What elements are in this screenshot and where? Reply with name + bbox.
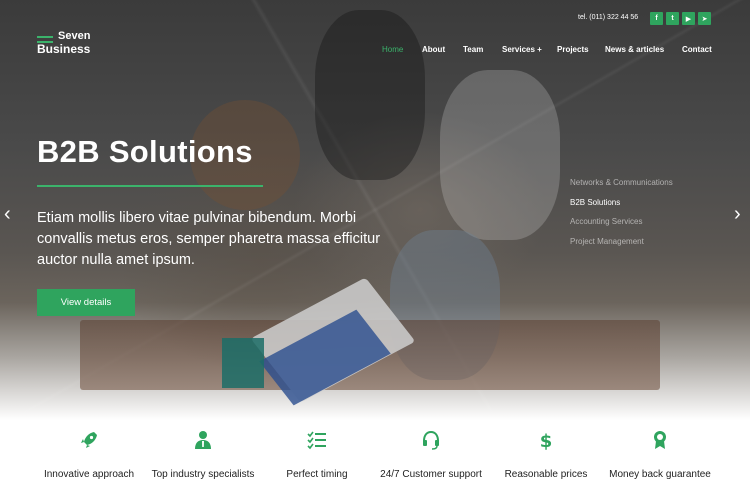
features-row: Innovative approach Top industry special… xyxy=(0,430,750,500)
nav-item-home[interactable]: Home xyxy=(382,45,403,54)
feature-label: 24/7 Customer support xyxy=(380,469,482,480)
dollar-icon: $ xyxy=(540,431,553,452)
hero-description: Etiam mollis libero vitae pulvinar biben… xyxy=(37,210,381,268)
slide-list: Networks & Communications B2B Solutions … xyxy=(570,178,673,256)
slide-item-accounting[interactable]: Accounting Services xyxy=(570,217,673,237)
facebook-icon[interactable]: f xyxy=(650,12,663,25)
nav-item-team[interactable]: Team xyxy=(463,45,483,54)
nav-item-projects[interactable]: Projects xyxy=(557,45,589,54)
hero-title-underline xyxy=(37,185,263,187)
headset-icon xyxy=(423,430,439,450)
twitter-icon[interactable]: t xyxy=(666,12,679,25)
slide-item-networks[interactable]: Networks & Communications xyxy=(570,178,673,198)
checklist-icon xyxy=(307,431,326,450)
logo-text-line2: Business xyxy=(37,42,91,56)
slide-item-b2b[interactable]: B2B Solutions xyxy=(570,198,673,218)
feature-item: Top industry specialists xyxy=(143,430,263,481)
feature-label: Top industry specialists xyxy=(151,469,255,480)
view-details-button[interactable]: View details xyxy=(37,289,135,316)
social-links: f t ▶ ➤ xyxy=(650,12,711,25)
hero-photo-figure xyxy=(440,70,560,240)
specialist-icon xyxy=(195,431,211,449)
feature-item: Innovative approach xyxy=(29,430,149,481)
youtube-icon[interactable]: ▶ xyxy=(682,12,695,25)
award-icon xyxy=(654,431,666,449)
logo-text-line1: Seven xyxy=(58,30,91,42)
feature-label: Reasonable prices xyxy=(504,469,588,480)
chevron-right-icon[interactable]: › xyxy=(734,204,741,224)
hero-title: B2B Solutions xyxy=(37,134,253,169)
hero-photo-figure xyxy=(315,10,425,180)
feature-label: Innovative approach xyxy=(43,469,135,480)
rocket-icon xyxy=(81,432,97,448)
feature-label: Money back guarantee xyxy=(609,469,711,480)
nav-item-contact[interactable]: Contact xyxy=(682,45,712,54)
chevron-left-icon[interactable]: ‹ xyxy=(4,204,11,224)
svg-text:$: $ xyxy=(540,431,553,450)
phone-number: tel. (011) 322 44 56 xyxy=(578,14,639,21)
feature-label: Perfect timing xyxy=(286,469,348,480)
nav-item-services[interactable]: Services + xyxy=(502,45,542,54)
feature-item: Perfect timing xyxy=(257,430,377,481)
feature-item: Money back guarantee xyxy=(600,430,720,481)
slide-item-project-management[interactable]: Project Management xyxy=(570,237,673,257)
hero-photo-notebook xyxy=(222,338,264,388)
telegram-icon[interactable]: ➤ xyxy=(698,12,711,25)
nav-item-news[interactable]: News & articles xyxy=(605,45,664,54)
nav-item-about[interactable]: About xyxy=(422,45,445,54)
feature-item: $ Reasonable prices xyxy=(486,430,606,481)
feature-item: 24/7 Customer support xyxy=(371,430,491,481)
